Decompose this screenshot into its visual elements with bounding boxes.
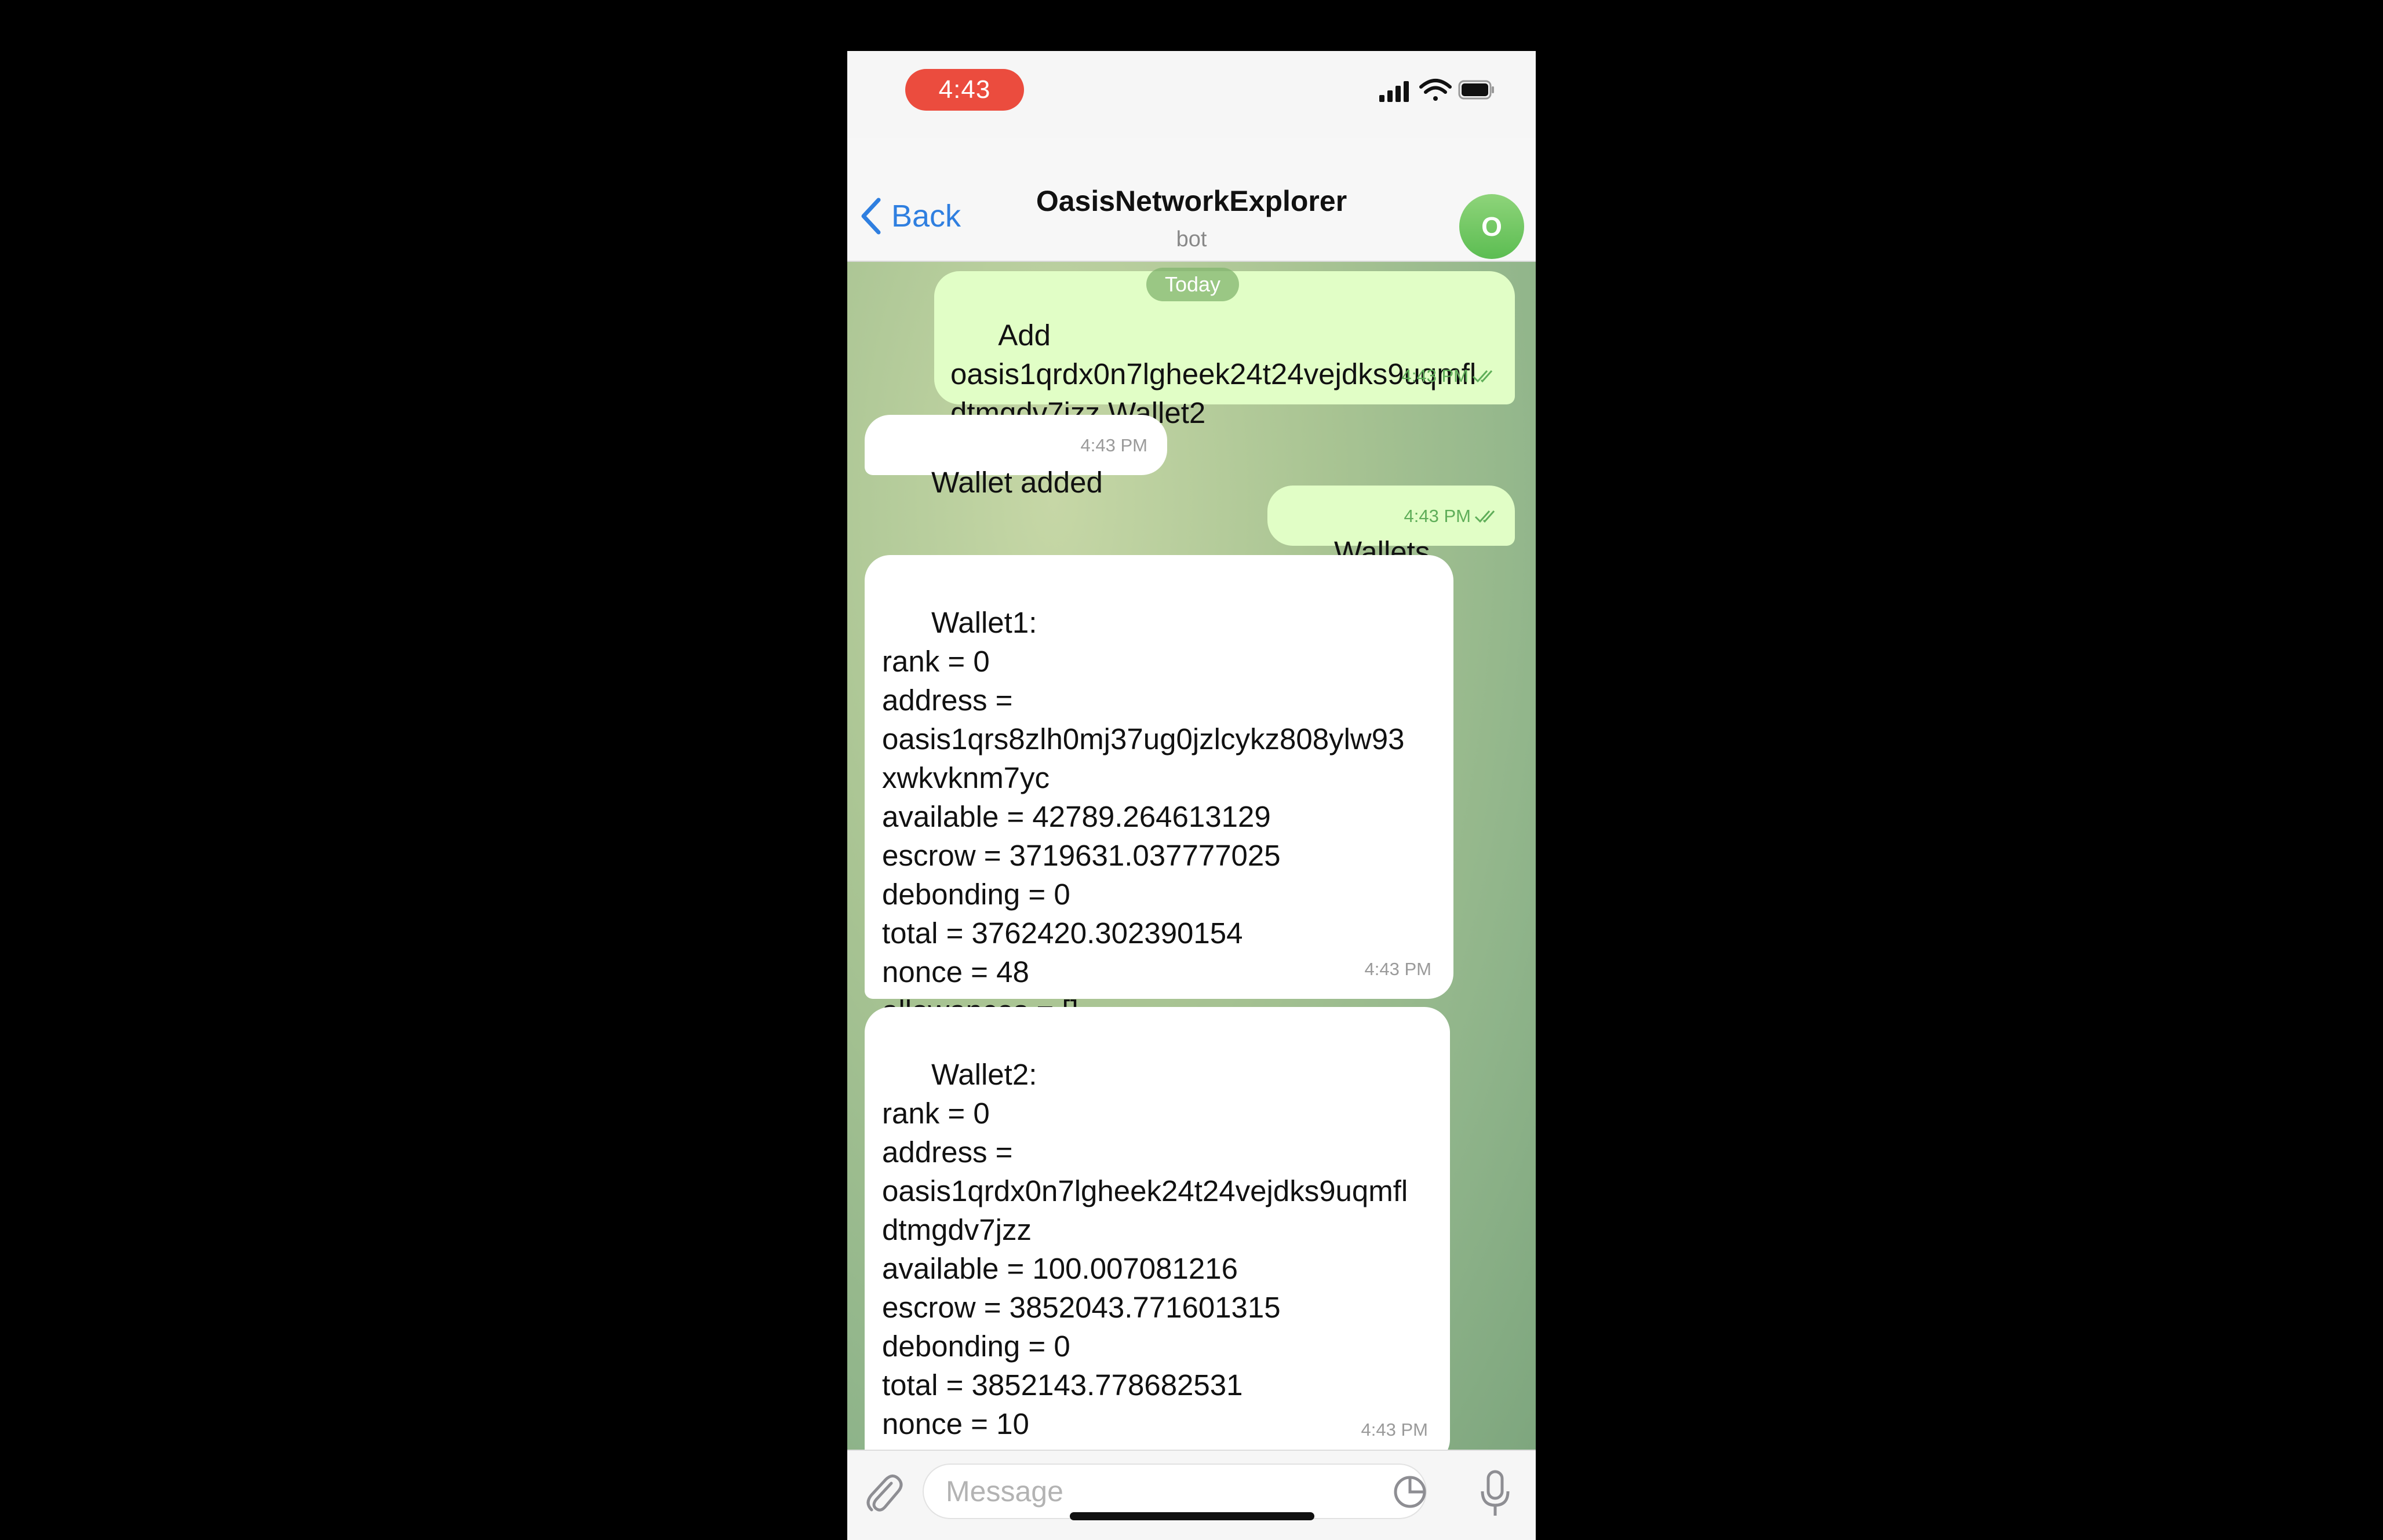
message-meta: 4:43 PM [1402, 356, 1497, 395]
paperclip-icon[interactable] [863, 1470, 904, 1517]
chat-title[interactable]: OasisNetworkExplorer [847, 184, 1536, 218]
wifi-icon [1419, 79, 1452, 101]
date-separator: Today [1146, 268, 1239, 301]
message-bubble-incoming[interactable]: Wallet2: rank = 0 address = oasis1qrdx0n… [865, 1007, 1450, 1450]
message-input-bar [847, 1450, 1536, 1540]
message-input[interactable] [923, 1464, 1427, 1519]
status-icons [1379, 79, 1494, 102]
sticker-icon[interactable] [1392, 1474, 1428, 1510]
message-meta: 4:43 PM [1404, 497, 1500, 535]
chat-area[interactable]: Add oasis1qrdx0n7lgheek24t24vejdks9uqmfl… [847, 262, 1536, 1450]
message-time: 4:43 PM [1080, 435, 1147, 455]
double-check-icon [1474, 510, 1495, 523]
home-indicator[interactable] [1070, 1512, 1314, 1520]
message-time: 4:43 PM [1361, 1419, 1428, 1440]
message-text: Add oasis1qrdx0n7lgheek24t24vejdks9uqmfl… [950, 319, 1477, 429]
message-meta: 4:43 PM [1361, 1410, 1428, 1449]
message-text: Wallet1: rank = 0 address = oasis1qrs8zl… [882, 606, 1405, 1027]
message-bubble-incoming[interactable]: Wallet1: rank = 0 address = oasis1qrs8zl… [865, 555, 1453, 1027]
message-time: 4:43 PM [1364, 959, 1431, 979]
microphone-icon[interactable] [1479, 1469, 1511, 1518]
message-bubble-outgoing[interactable]: Wallets 4:43 PM [1267, 486, 1515, 568]
chat-subtitle: bot [1176, 227, 1207, 251]
message-meta: 4:43 PM [1081, 426, 1147, 465]
avatar[interactable]: O [1459, 194, 1524, 259]
message-text: Wallet added [931, 466, 1103, 499]
signal-icon [1379, 81, 1409, 102]
phone-screen: 4:43 Back OasisNetworkExplorer bot O Add… [847, 51, 1536, 1540]
status-time: 4:43 [905, 69, 1024, 111]
message-time: 4:43 PM [1401, 366, 1469, 386]
nav-bar: Back OasisNetworkExplorer bot O [847, 138, 1536, 262]
message-bubble-incoming[interactable]: Wallet added 4:43 PM [865, 415, 1167, 499]
message-text: Wallet2: rank = 0 address = oasis1qrdx0n… [882, 1058, 1408, 1450]
message-meta: 4:43 PM [1365, 950, 1431, 988]
message-time: 4:43 PM [1404, 506, 1471, 526]
double-check-icon [1472, 370, 1493, 382]
battery-icon [1458, 80, 1494, 100]
